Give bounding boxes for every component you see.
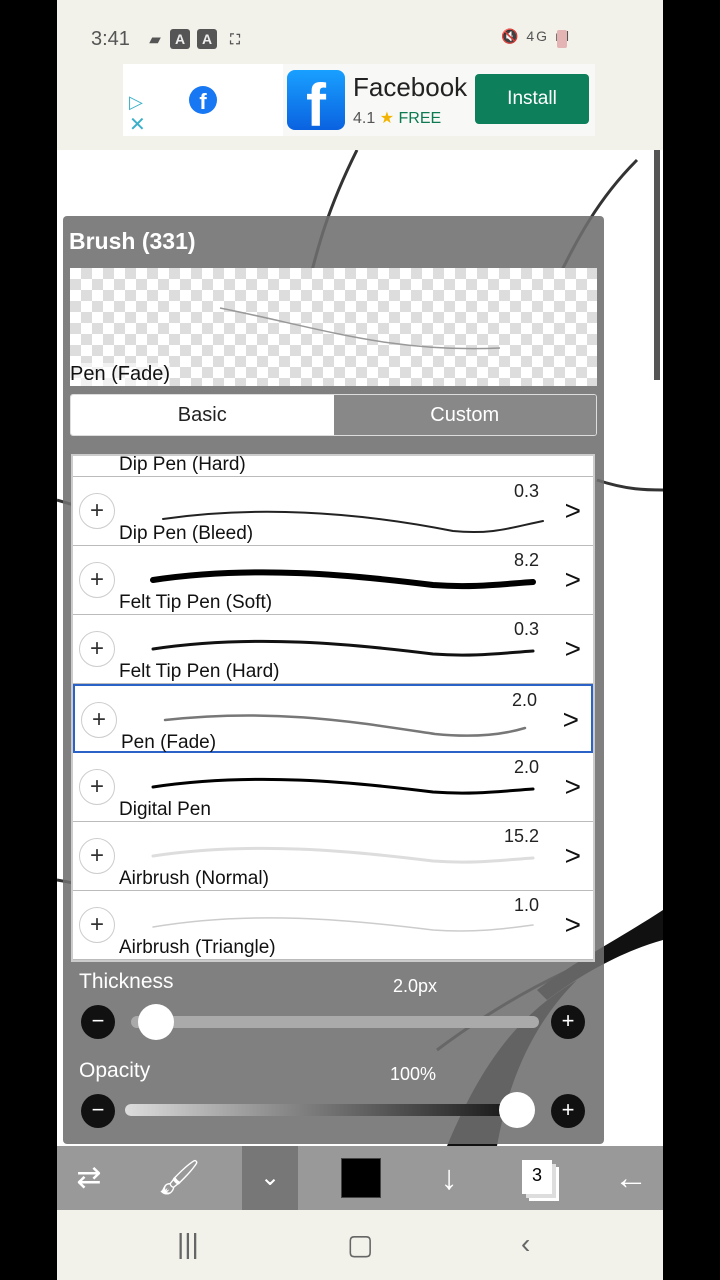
brush-size: 15.2 bbox=[503, 826, 539, 846]
thickness-increase-button[interactable]: + bbox=[551, 1005, 585, 1039]
thickness-label: Thickness bbox=[79, 970, 174, 993]
add-brush-icon[interactable]: + bbox=[79, 838, 115, 874]
chevron-right-icon[interactable]: > bbox=[565, 564, 581, 596]
recents-icon[interactable]: ||| bbox=[177, 1228, 199, 1260]
thickness-slider-handle[interactable] bbox=[138, 1004, 175, 1040]
ad[interactable]: ▷ ✕ f f Facebook 4.1 ★ FREE Install bbox=[123, 64, 595, 136]
brush-list[interactable]: Dip Pen (Hard) + >0.3 Dip Pen (Bleed) + >8.2 F… bbox=[71, 454, 595, 962]
opacity-decrease-button[interactable]: − bbox=[81, 1094, 115, 1128]
brush-name: Felt Tip Pen (Soft) bbox=[119, 592, 273, 613]
home-icon[interactable]: ▢ bbox=[347, 1228, 373, 1261]
close-ad-icon[interactable]: ✕ bbox=[129, 112, 146, 137]
screen-record-icon: ⛶ bbox=[230, 31, 240, 47]
brush-preview: Pen (Fade) bbox=[70, 268, 597, 386]
brush-item[interactable]: + >2.0 Pen (Fade) bbox=[73, 684, 593, 753]
brush-item[interactable]: + >15.2 Airbrush (Normal) bbox=[73, 822, 593, 891]
ad-price: FREE bbox=[398, 110, 442, 127]
clock: 3:41 bbox=[91, 28, 130, 50]
chevron-right-icon[interactable]: > bbox=[565, 495, 581, 527]
star-icon: ★ bbox=[379, 110, 395, 127]
brush-tool-icon[interactable]: 🖌 bbox=[151, 1146, 207, 1210]
opacity-slider-handle[interactable] bbox=[499, 1092, 535, 1128]
back-icon[interactable]: ‹ bbox=[521, 1228, 530, 1260]
facebook-app-icon: f bbox=[287, 70, 345, 130]
brush-size: 1.0 bbox=[513, 895, 539, 915]
add-brush-icon[interactable]: + bbox=[79, 493, 115, 529]
ad-app-name: Facebook bbox=[353, 72, 468, 102]
brush-name: Airbrush (Triangle) bbox=[119, 937, 276, 958]
color-button[interactable] bbox=[333, 1146, 389, 1210]
add-brush-icon[interactable]: + bbox=[79, 562, 115, 598]
thickness-decrease-button[interactable]: − bbox=[81, 1005, 115, 1039]
opacity-value: 100% bbox=[390, 1064, 437, 1084]
add-brush-icon[interactable]: + bbox=[79, 769, 115, 805]
layers-count: 3 bbox=[522, 1160, 552, 1194]
brush-item[interactable]: + >0.3 Dip Pen (Bleed) bbox=[73, 477, 593, 546]
add-brush-icon[interactable]: + bbox=[79, 631, 115, 667]
download-arrow-icon[interactable]: ↓ bbox=[421, 1146, 477, 1210]
opacity-increase-button[interactable]: + bbox=[551, 1094, 585, 1128]
chevron-right-icon[interactable]: > bbox=[565, 840, 581, 872]
collapse-panel-icon[interactable]: ⌄ bbox=[242, 1146, 298, 1210]
brush-item[interactable]: 30.0 bbox=[73, 960, 593, 962]
preview-brush-name: Pen (Fade) bbox=[70, 363, 171, 386]
game-icon: ▰ bbox=[149, 31, 161, 47]
add-brush-icon[interactable]: + bbox=[81, 702, 117, 738]
brush-name: Dip Pen (Hard) bbox=[119, 454, 246, 475]
chevron-right-icon[interactable]: > bbox=[565, 771, 581, 803]
transform-tool-icon[interactable]: ⇄ bbox=[61, 1146, 117, 1210]
battery-icon bbox=[557, 30, 567, 48]
ad-left: ▷ ✕ f bbox=[123, 64, 283, 136]
brush-size: 2.0 bbox=[513, 757, 539, 777]
system-nav-bar: ||| ▢ ‹ bbox=[57, 1210, 663, 1280]
brush-item[interactable]: + >2.0 Digital Pen bbox=[73, 753, 593, 822]
brush-size: 0.3 bbox=[513, 481, 539, 501]
status-bar: 3:41 ▰ A A ⛶ 🔇 4G ıll bbox=[57, 0, 663, 64]
add-brush-icon[interactable]: + bbox=[79, 907, 115, 943]
brush-item[interactable]: Dip Pen (Hard) bbox=[73, 454, 593, 477]
brush-size: 8.2 bbox=[513, 550, 539, 570]
chevron-right-icon[interactable]: > bbox=[563, 704, 579, 736]
opacity-label: Opacity bbox=[79, 1059, 151, 1082]
brush-name: Pen (Fade) bbox=[121, 732, 217, 753]
install-button[interactable]: Install bbox=[475, 74, 589, 124]
facebook-logo: f bbox=[189, 86, 217, 114]
tab-basic[interactable]: Basic bbox=[71, 395, 334, 435]
thickness-value: 2.0px bbox=[393, 976, 438, 996]
brush-item[interactable]: + >1.0 Airbrush (Triangle) bbox=[73, 891, 593, 960]
brush-name: Digital Pen bbox=[119, 799, 211, 820]
chevron-right-icon[interactable]: > bbox=[565, 909, 581, 941]
brush-name: Felt Tip Pen (Hard) bbox=[119, 661, 280, 682]
thickness-slider[interactable] bbox=[131, 1016, 539, 1028]
bottom-toolbar: ⇄ 🖌 ⌄ ↓ 3 ← bbox=[57, 1146, 663, 1210]
brush-panel: Brush (331) Pen (Fade) Basic Custom Dip … bbox=[63, 216, 604, 1144]
brush-size: 2.0 bbox=[511, 690, 537, 710]
chevron-right-icon[interactable]: > bbox=[565, 633, 581, 665]
brush-size: 0.3 bbox=[513, 619, 539, 639]
screen: 3:41 ▰ A A ⛶ 🔇 4G ıll ▷ ✕ f f Facebook 4… bbox=[57, 0, 663, 1280]
tab-custom[interactable]: Custom bbox=[333, 395, 596, 435]
brush-tabs: Basic Custom bbox=[70, 394, 597, 436]
back-arrow-icon[interactable]: ← bbox=[603, 1146, 659, 1210]
adchoices-icon[interactable]: ▷ bbox=[129, 92, 143, 113]
brush-item[interactable]: + >8.2 Felt Tip Pen (Soft) bbox=[73, 546, 593, 615]
network-type: 4G bbox=[526, 28, 549, 44]
brush-item[interactable]: + >0.3 Felt Tip Pen (Hard) bbox=[73, 615, 593, 684]
ad-rating: 4.1 ★ FREE bbox=[353, 108, 441, 128]
app-notification-icon: A bbox=[170, 29, 190, 49]
ad-banner: ▷ ✕ f f Facebook 4.1 ★ FREE Install bbox=[57, 64, 663, 150]
panel-title: Brush (331) bbox=[69, 228, 196, 254]
app-notification-icon: A bbox=[197, 29, 217, 49]
layers-button[interactable]: 3 bbox=[509, 1146, 565, 1210]
brush-name: Airbrush (Normal) bbox=[119, 868, 269, 889]
rating-value: 4.1 bbox=[353, 110, 376, 127]
opacity-slider[interactable] bbox=[125, 1104, 525, 1116]
brush-name: Dip Pen (Bleed) bbox=[119, 523, 254, 544]
